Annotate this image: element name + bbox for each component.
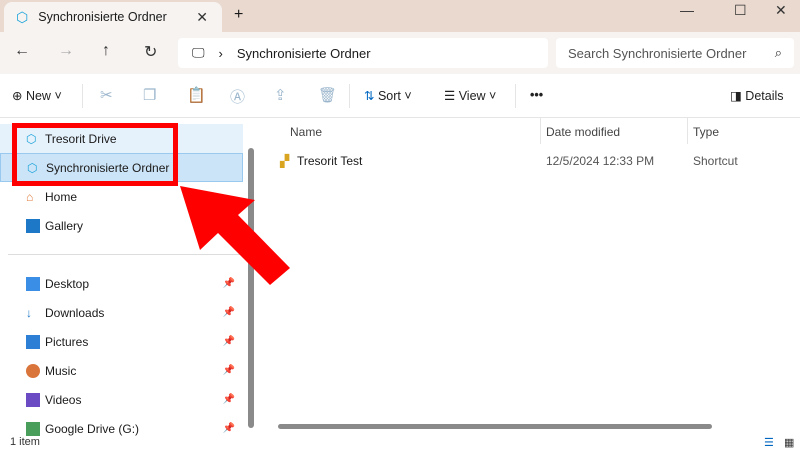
annotation-arrow-icon xyxy=(180,186,290,285)
